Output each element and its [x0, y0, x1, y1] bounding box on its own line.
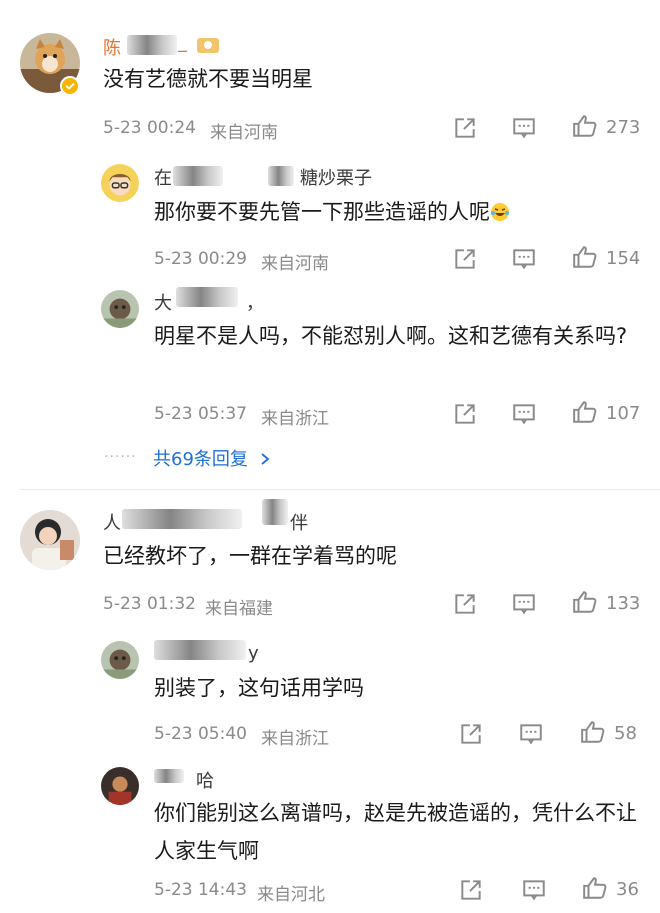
share-icon[interactable] — [452, 401, 478, 427]
avatar[interactable] — [101, 290, 139, 328]
like-count: 133 — [606, 593, 641, 614]
like-count: 107 — [606, 403, 641, 424]
more-replies-link[interactable]: 共69条回复 — [153, 445, 272, 471]
reply-username-tail: 糖炒栗子 — [300, 168, 372, 189]
share-icon[interactable] — [452, 591, 478, 617]
comment-divider — [20, 489, 660, 490]
reply-meta-location: 来自浙江 — [261, 409, 329, 429]
comment-meta-location: 来自河南 — [210, 123, 278, 143]
username-redaction — [154, 640, 246, 660]
username-redaction — [176, 287, 238, 307]
reply-username-tail: 哈 — [196, 771, 214, 792]
comment-username[interactable]: 陈 — [103, 34, 121, 60]
reply-meta-location: 来自浙江 — [261, 729, 329, 749]
avatar[interactable] — [101, 641, 139, 679]
reply-text: 那你要不要先管一下那些造谣的人呢 — [154, 193, 634, 231]
reply-text-content: 那你要不要先管一下那些造谣的人呢 — [154, 200, 490, 224]
chevron-right-icon — [258, 450, 272, 465]
share-icon[interactable] — [452, 115, 478, 141]
like-icon[interactable] — [572, 589, 598, 615]
reply-meta-time: 5-23 05:40 — [154, 724, 247, 744]
like-count: 58 — [614, 723, 637, 744]
comment-icon[interactable] — [511, 591, 537, 617]
comment-text: 已经教坏了，一群在学着骂的呢 — [103, 544, 397, 568]
share-icon[interactable] — [458, 877, 484, 903]
more-replies-label: 共69条回复 — [153, 449, 248, 470]
username-redaction — [154, 769, 184, 783]
like-count: 273 — [606, 117, 641, 138]
comment-username-tail: _ — [178, 32, 187, 53]
fan-badge-icon — [196, 35, 220, 55]
verified-badge-icon — [60, 76, 80, 96]
reply-username[interactable]: 在 — [154, 164, 172, 190]
username-redaction — [122, 509, 242, 529]
reply-meta-time: 5-23 00:29 — [154, 249, 247, 269]
share-icon[interactable] — [458, 721, 484, 747]
comment-icon[interactable] — [521, 877, 547, 903]
like-count: 154 — [606, 248, 641, 269]
reply-meta-location: 来自河北 — [257, 885, 325, 905]
reply-meta-time: 5-23 05:37 — [154, 404, 247, 424]
username-redaction — [173, 166, 223, 186]
reply-username[interactable]: 大 — [154, 289, 172, 315]
like-icon[interactable] — [572, 113, 598, 139]
like-icon[interactable] — [572, 244, 598, 270]
avatar[interactable] — [101, 767, 139, 805]
reply-meta-location: 来自河南 — [261, 254, 329, 274]
reply-username-tail: ， — [246, 293, 264, 314]
comment-meta-time: 5-23 00:24 — [103, 118, 196, 138]
comment-username[interactable]: 人 — [103, 509, 121, 535]
comment-meta-time: 5-23 01:32 — [103, 594, 196, 614]
comment-icon[interactable] — [511, 246, 537, 272]
comment-text: 没有艺德就不要当明星 — [103, 67, 313, 91]
comment-username-tail: 伴 — [290, 513, 308, 534]
comment-icon[interactable] — [511, 401, 537, 427]
username-redaction — [262, 499, 288, 525]
comment-meta-location: 来自福建 — [205, 599, 273, 619]
avatar[interactable] — [20, 510, 80, 570]
avatar[interactable] — [101, 164, 139, 202]
comment-icon[interactable] — [511, 115, 537, 141]
username-redaction — [268, 166, 294, 186]
reply-text: 别装了，这句话用学吗 — [154, 676, 364, 700]
reply-text: 明星不是人吗，不能怼别人啊。这和艺德有关系吗? — [154, 324, 628, 348]
laughing-crying-emoji-icon — [490, 196, 510, 221]
thread-dots: ······ — [104, 449, 137, 465]
like-icon[interactable] — [572, 399, 598, 425]
username-redaction — [127, 35, 177, 55]
share-icon[interactable] — [452, 246, 478, 272]
comment-icon[interactable] — [518, 721, 544, 747]
like-icon[interactable] — [582, 875, 608, 901]
reply-text: 你们能别这么离谱吗，赵是先被造谣的，凭什么不让人家生气啊 — [154, 801, 637, 863]
like-icon[interactable] — [580, 719, 606, 745]
reply-meta-time: 5-23 14:43 — [154, 880, 247, 900]
like-count: 36 — [616, 879, 639, 900]
reply-username-tail: y — [248, 643, 259, 664]
